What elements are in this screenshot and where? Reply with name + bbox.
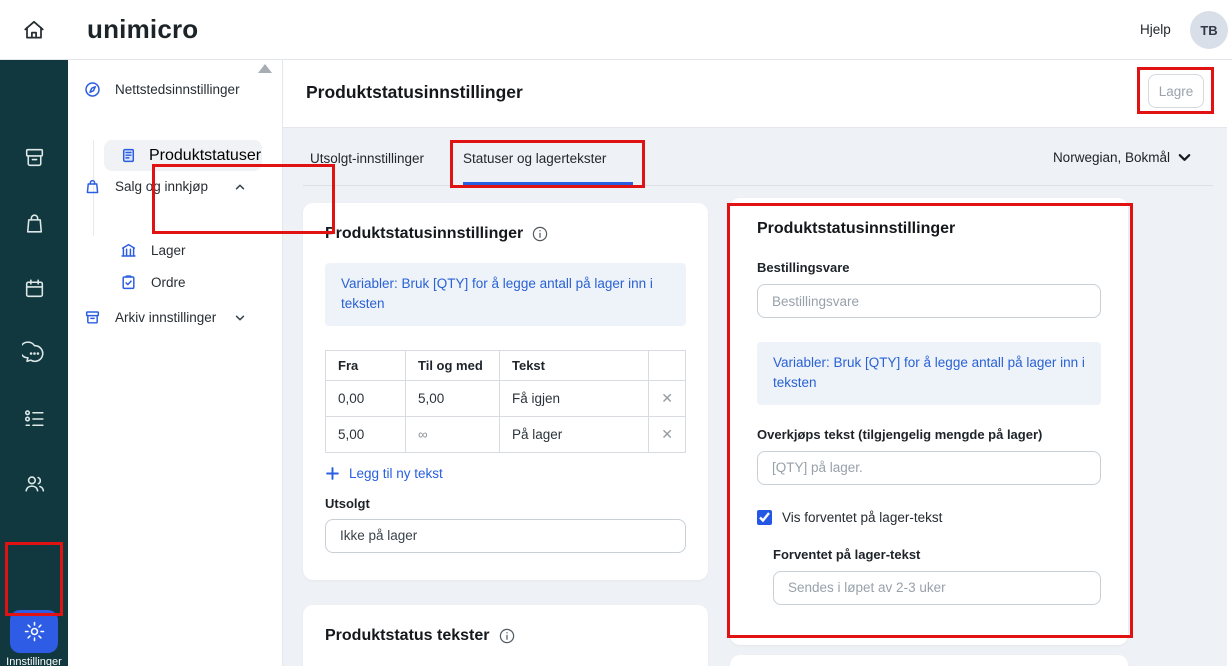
primary-sidebar: Innstillinger	[0, 60, 68, 666]
tabs-divider	[303, 185, 1213, 186]
next-card-partial	[730, 655, 1128, 666]
cell-til[interactable]: 5,00	[406, 380, 500, 416]
sidebar-item-calendar[interactable]	[14, 268, 54, 308]
home-button[interactable]	[20, 16, 48, 44]
help-link[interactable]: Hjelp	[1140, 22, 1171, 37]
scroll-up-icon[interactable]	[258, 64, 272, 73]
page-header: Produktstatusinnstillinger Lagre	[283, 60, 1232, 128]
forventet-label: Forventet på lager-tekst	[773, 547, 1101, 562]
sidebar-item-settings[interactable]	[10, 610, 58, 653]
variables-info-box: Variabler: Bruk [QTY] for å legge antall…	[757, 342, 1101, 405]
language-label: Norwegian, Bokmål	[1053, 150, 1170, 165]
cell-fra[interactable]: 0,00	[326, 380, 406, 416]
info-icon[interactable]	[532, 226, 548, 242]
sidebar-item-messages[interactable]	[14, 333, 54, 373]
users-icon	[22, 471, 47, 496]
nav-item-lager[interactable]: Lager	[120, 238, 186, 262]
overkjops-input[interactable]	[757, 451, 1101, 485]
unimicro-logo: unimicro	[87, 14, 198, 45]
nav-item-produktstatuser[interactable]: Produktstatuser	[104, 140, 262, 171]
main-content: Produktstatusinnstillinger Lagre Utsolgt…	[283, 60, 1232, 666]
sidebar-item-products[interactable]	[14, 137, 54, 177]
column-header-actions	[649, 350, 686, 380]
vis-forventet-label: Vis forventet på lager-tekst	[782, 510, 942, 525]
archive-box-icon	[84, 309, 101, 326]
card-heading: Produktstatusinnstillinger	[757, 220, 955, 238]
document-icon	[120, 147, 137, 164]
chevron-down-icon[interactable]	[234, 312, 246, 324]
gear-icon	[23, 620, 46, 643]
status-settings-card: Produktstatusinnstillinger Variabler: Br…	[303, 203, 708, 580]
nav-item-label: Arkiv innstillinger	[115, 310, 216, 325]
order-settings-card: Produktstatusinnstillinger Bestillingsva…	[730, 198, 1128, 645]
plus-icon	[325, 466, 340, 481]
delete-row-button[interactable]: ✕	[661, 426, 673, 443]
nav-item-nettstedsinnstillinger[interactable]: Nettstedsinnstillinger	[84, 77, 240, 101]
variables-info-box: Variabler: Bruk [QTY] for å legge antall…	[325, 263, 686, 326]
checklist-icon	[22, 406, 47, 431]
overkjops-label: Overkjøps tekst (tilgjengelig mengde på …	[757, 427, 1101, 442]
status-ranges-table: Fra Til og med Tekst 0,00 5,00 Få igjen …	[325, 350, 686, 453]
topbar: unimicro Hjelp TB	[0, 0, 1232, 60]
home-icon	[20, 16, 48, 44]
table-row: 0,00 5,00 Få igjen ✕	[326, 380, 686, 416]
settings-nav: Nettstedsinnstillinger Salg og innkjøp P…	[68, 60, 283, 666]
archive-icon	[22, 145, 47, 170]
column-header-til-og-med: Til og med	[406, 350, 500, 380]
scrollbar-track[interactable]	[1227, 60, 1232, 666]
language-selector[interactable]: Norwegian, Bokmål	[1053, 150, 1192, 165]
chat-icon	[22, 341, 47, 366]
utsolgt-input[interactable]	[325, 519, 686, 553]
cell-til: ∞	[406, 416, 500, 452]
chevron-up-icon[interactable]	[234, 181, 246, 193]
delete-row-button[interactable]: ✕	[661, 390, 673, 407]
nav-item-label: Produktstatuser	[149, 147, 261, 165]
clipboard-check-icon	[120, 274, 137, 291]
utsolgt-label: Utsolgt	[325, 496, 686, 511]
tab-utsolgt-innstillinger[interactable]: Utsolgt-innstillinger	[310, 151, 424, 166]
add-text-link[interactable]: Legg til ny tekst	[325, 466, 443, 481]
product-status-texts-card: Produktstatus tekster	[303, 605, 708, 666]
table-row: 5,00 ∞ På lager ✕	[326, 416, 686, 452]
column-header-fra: Fra	[326, 350, 406, 380]
nav-item-label: Ordre	[151, 275, 186, 290]
settings-label: Innstillinger	[0, 656, 68, 666]
tab-statuser-og-lagertekster[interactable]: Statuser og lagertekster	[463, 151, 606, 166]
save-button[interactable]: Lagre	[1148, 74, 1204, 108]
warehouse-icon	[120, 242, 137, 259]
cell-tekst[interactable]: På lager	[500, 416, 649, 452]
shopping-bag-icon	[22, 211, 47, 236]
forventet-input[interactable]	[773, 571, 1101, 605]
bestillingsvare-label: Bestillingsvare	[757, 260, 1101, 275]
calendar-icon	[22, 276, 47, 301]
column-header-tekst: Tekst	[500, 350, 649, 380]
nav-item-label: Lager	[151, 243, 186, 258]
sidebar-item-lists[interactable]	[14, 398, 54, 438]
cell-fra[interactable]: 5,00	[326, 416, 406, 452]
vis-forventet-checkbox[interactable]	[757, 510, 772, 525]
nav-item-label: Nettstedsinnstillinger	[115, 82, 240, 97]
cell-tekst[interactable]: Få igjen	[500, 380, 649, 416]
nav-item-salg-og-innkjop[interactable]: Salg og innkjøp	[84, 174, 208, 198]
sidebar-item-sales[interactable]	[14, 203, 54, 243]
bag-icon	[84, 178, 101, 195]
add-text-label: Legg til ny tekst	[349, 466, 443, 481]
bestillingsvare-input[interactable]	[757, 284, 1101, 318]
info-icon[interactable]	[499, 628, 515, 644]
chevron-down-icon	[1177, 150, 1192, 165]
card-heading: Produktstatus tekster	[325, 627, 490, 645]
sidebar-item-customers[interactable]	[14, 463, 54, 503]
card-heading: Produktstatusinnstillinger	[325, 225, 523, 243]
nav-item-arkiv-innstillinger[interactable]: Arkiv innstillinger	[84, 305, 216, 329]
nav-item-label: Salg og innkjøp	[115, 179, 208, 194]
nav-item-ordre[interactable]: Ordre	[120, 270, 186, 294]
app-window: unimicro Hjelp TB	[0, 0, 1232, 666]
page-title: Produktstatusinnstillinger	[306, 82, 523, 103]
compass-icon	[84, 81, 101, 98]
avatar[interactable]: TB	[1190, 11, 1228, 49]
